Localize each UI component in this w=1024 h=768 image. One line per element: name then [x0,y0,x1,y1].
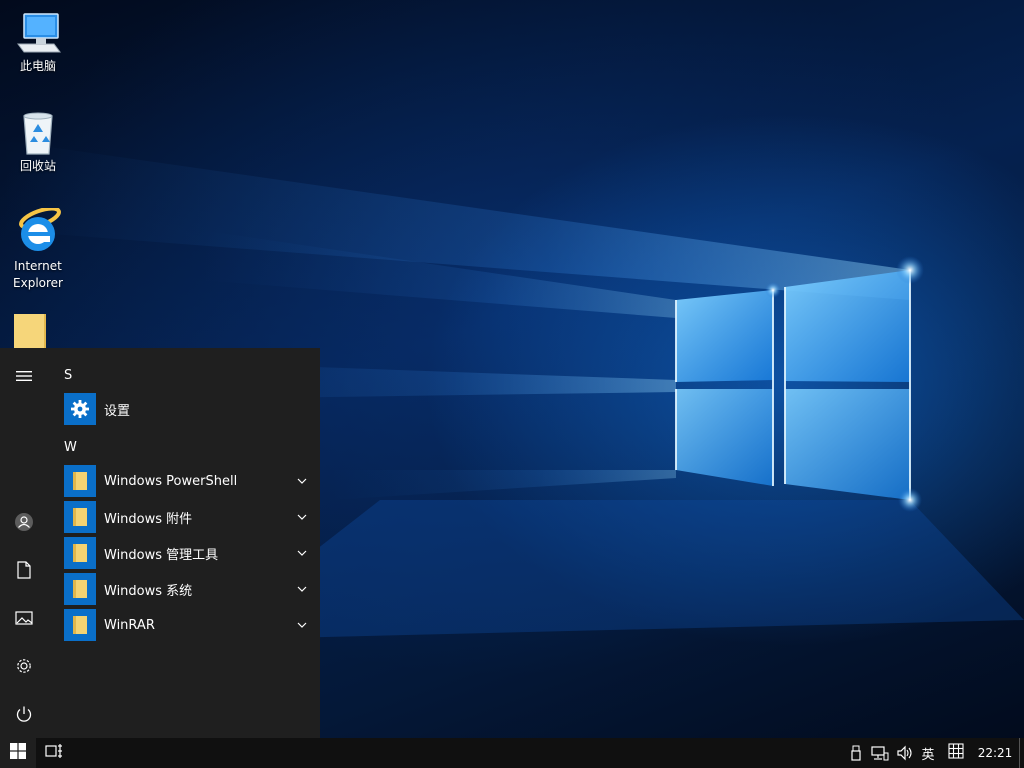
app-folder-windows-powershell[interactable]: Windows PowerShell [64,464,312,498]
chevron-down-icon[interactable] [294,473,310,489]
app-label: WinRAR [104,617,155,633]
this-pc-icon [14,8,62,56]
clock[interactable]: 22:21 [972,738,1018,768]
group-header-s[interactable]: S [64,368,72,383]
folder-icon [64,465,96,497]
desktop-icon-recycle-bin[interactable]: 回收站 [0,108,76,175]
volume-icon[interactable] [894,738,916,768]
show-desktop-button[interactable] [1019,738,1024,768]
desktop-icon-label-line1: Internet [14,259,62,273]
app-folder-winrar[interactable]: WinRAR [64,608,312,642]
app-label: Windows 附件 [104,511,193,527]
app-label: Windows PowerShell [104,473,238,489]
group-header-w[interactable]: W [64,440,77,455]
start-menu-rail [0,348,48,738]
app-label: Windows 系统 [104,583,193,599]
chevron-down-icon[interactable] [294,617,310,633]
windows-logo-icon [10,743,26,763]
desktop-icon-label: 回收站 [19,159,56,173]
recycle-bin-icon [14,108,62,156]
ime-language-indicator[interactable]: 英 [918,738,938,768]
settings-icon[interactable] [0,642,48,690]
app-label: 设置 [104,403,131,419]
pictures-icon[interactable] [0,594,48,642]
user-account-icon[interactable] [0,498,48,546]
network-icon[interactable] [869,738,891,768]
folder-icon [64,609,96,641]
task-view-icon [45,743,63,763]
desktop-icon-label: 此电脑 [19,59,56,73]
internet-explorer-icon [14,206,62,256]
ime-mode-button[interactable] [944,738,968,768]
ime-mode-icon [948,743,964,763]
documents-icon[interactable] [0,546,48,594]
chevron-down-icon[interactable] [294,545,310,561]
desktop-icon-internet-explorer[interactable]: Internet Explorer [0,206,76,292]
folder-icon [64,573,96,605]
folder-icon [64,537,96,569]
taskbar: 英 22:21 [0,738,1024,768]
power-icon[interactable] [0,690,48,738]
desktop-icon-this-pc[interactable]: 此电脑 [0,8,76,75]
clock-time: 22:21 [977,746,1013,760]
hamburger-menu-icon[interactable] [0,352,48,400]
gear-icon [64,393,96,425]
start-button[interactable] [0,738,36,768]
usb-drive-icon[interactable] [846,738,866,768]
app-item-settings[interactable]: 设置 [64,392,312,426]
start-app-list: S 设置 W Windows PowerShell Windows 附件 Win… [48,348,320,738]
desktop-icon-label-line2: Explorer [13,276,63,290]
app-label: Windows 管理工具 [104,547,219,563]
folder-icon [64,501,96,533]
chevron-down-icon[interactable] [294,581,310,597]
ime-language-label: 英 [921,747,935,763]
chevron-down-icon[interactable] [294,509,310,525]
app-folder-windows-admin-tools[interactable]: Windows 管理工具 [64,536,312,570]
app-folder-windows-accessories[interactable]: Windows 附件 [64,500,312,534]
task-view-button[interactable] [38,738,70,768]
start-menu: S 设置 W Windows PowerShell Windows 附件 Win… [0,348,320,738]
app-folder-windows-system[interactable]: Windows 系统 [64,572,312,606]
